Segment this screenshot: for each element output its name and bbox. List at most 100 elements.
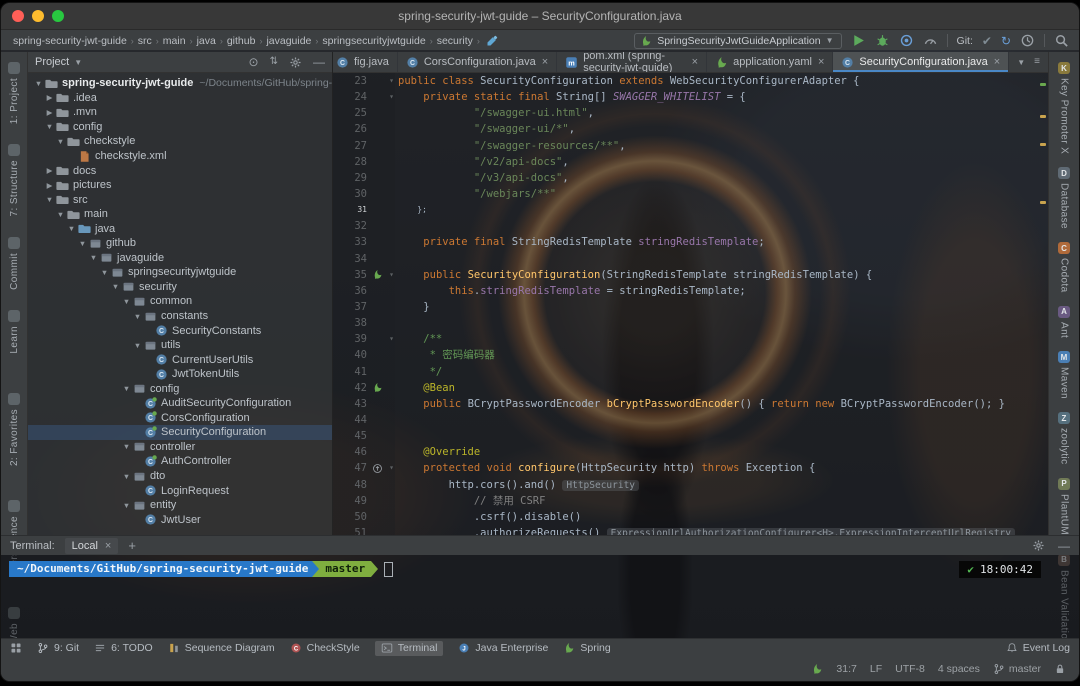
- chevron-down-icon[interactable]: ▼: [44, 122, 55, 131]
- tree-item[interactable]: ▼src: [28, 192, 332, 207]
- terminal-tab-local[interactable]: Local ×: [65, 538, 119, 554]
- tool-stripe-button[interactable]: PPlantUML: [1058, 478, 1070, 541]
- tool-window-button[interactable]: Sequence Diagram: [168, 642, 275, 654]
- tree-item[interactable]: ▼springsecurityjwtguide: [28, 265, 332, 280]
- code-line[interactable]: 40 * 密码编码器: [333, 347, 1048, 363]
- tree-item[interactable]: ▼utils: [28, 338, 332, 353]
- tool-window-button[interactable]: Terminal: [375, 641, 444, 656]
- code-line[interactable]: 50 .csrf().disable(): [333, 509, 1048, 525]
- tree-item[interactable]: ▼javaguide: [28, 251, 332, 266]
- status-31-7[interactable]: 31:7: [836, 663, 856, 675]
- code-line[interactable]: 37 }: [333, 299, 1048, 315]
- chevron-down-icon[interactable]: ▼: [55, 137, 66, 146]
- profiler-button[interactable]: [923, 33, 938, 48]
- run-with-coverage-button[interactable]: [899, 33, 914, 48]
- locate-file-button[interactable]: ⊙: [249, 56, 259, 68]
- status-master[interactable]: master: [993, 663, 1041, 675]
- tool-stripe-button[interactable]: 2: Favorites: [8, 393, 20, 466]
- editor-tab[interactable]: CCorsConfiguration.java×: [398, 52, 557, 72]
- code-line[interactable]: 29 "/v3/api-docs",: [333, 170, 1048, 186]
- gear-icon[interactable]: [289, 56, 302, 69]
- tree-item[interactable]: ▼security: [28, 280, 332, 295]
- chevron-down-icon[interactable]: ▼: [88, 253, 99, 262]
- debug-button[interactable]: [875, 33, 890, 48]
- chevron-right-icon[interactable]: ▶: [44, 181, 55, 190]
- code-line[interactable]: 33 private final StringRedisTemplate str…: [333, 234, 1048, 250]
- chevron-down-icon[interactable]: ▼: [110, 282, 121, 291]
- tool-stripe-button[interactable]: CCodota: [1058, 242, 1070, 293]
- tree-item[interactable]: CCorsConfiguration: [28, 411, 332, 426]
- tree-item[interactable]: CSecurityConfiguration: [28, 425, 332, 440]
- new-terminal-button[interactable]: +: [128, 538, 136, 553]
- tree-item[interactable]: ▼spring-security-jwt-guide~/Documents/Gi…: [28, 76, 332, 91]
- history-button[interactable]: [1020, 33, 1035, 48]
- close-window-button[interactable]: [12, 10, 24, 22]
- code-line[interactable]: 41 */: [333, 364, 1048, 380]
- editor-menu-icon[interactable]: ≡: [1034, 57, 1040, 67]
- code-line[interactable]: 26 "/swagger-ui/*",: [333, 121, 1048, 137]
- tree-item[interactable]: ▼checkstyle: [28, 134, 332, 149]
- chevron-right-icon[interactable]: ▶: [44, 93, 55, 102]
- code-line[interactable]: 23▾public class SecurityConfiguration ex…: [333, 73, 1048, 89]
- close-icon[interactable]: ×: [542, 56, 548, 68]
- code-line[interactable]: 49 // 禁用 CSRF: [333, 493, 1048, 509]
- tool-stripe-button[interactable]: 7: Structure: [8, 144, 20, 217]
- chevron-down-icon[interactable]: ▼: [121, 384, 132, 393]
- update-project-button[interactable]: ↻: [1001, 35, 1011, 47]
- code-line[interactable]: 27 "/swagger-resources/**",: [333, 138, 1048, 154]
- run-button[interactable]: [851, 33, 866, 48]
- tree-item[interactable]: ▶.mvn: [28, 105, 332, 120]
- terminal-body[interactable]: ~/Documents/GitHub/spring-security-jwt-g…: [1, 555, 1079, 638]
- commit-check-button[interactable]: ✔: [982, 35, 992, 47]
- scrollbar-error-stripe[interactable]: [1037, 73, 1048, 535]
- hide-panel-button[interactable]: —: [313, 56, 325, 68]
- chevron-down-icon[interactable]: ▼: [121, 442, 132, 451]
- tool-stripe-button[interactable]: KKey Promoter X: [1058, 62, 1070, 154]
- tree-item[interactable]: ▼dto: [28, 469, 332, 484]
- code-line[interactable]: 32: [333, 218, 1048, 234]
- tree-item[interactable]: ▼config: [28, 120, 332, 135]
- close-icon[interactable]: ×: [105, 540, 111, 552]
- fold-marker-icon[interactable]: ▾: [385, 460, 398, 476]
- collapse-all-button[interactable]: ⇅: [270, 57, 278, 67]
- tree-item[interactable]: ▼java: [28, 221, 332, 236]
- spring-bean-icon[interactable]: [370, 380, 385, 396]
- editor-tab[interactable]: Cfig.java: [333, 52, 398, 72]
- fold-marker-icon[interactable]: ▾: [385, 267, 398, 283]
- tree-item[interactable]: ▼controller: [28, 440, 332, 455]
- code-line[interactable]: 42 @Bean: [333, 380, 1048, 396]
- editor-tab[interactable]: mpom.xml (spring-security-jwt-guide)×: [557, 52, 707, 72]
- code-line[interactable]: 43 public BCryptPasswordEncoder bCryptPa…: [333, 396, 1048, 412]
- tree-item[interactable]: checkstyle.xml: [28, 149, 332, 164]
- tool-stripe-button[interactable]: MMaven: [1058, 351, 1070, 399]
- close-icon[interactable]: ×: [994, 56, 1000, 68]
- breadcrumb-item[interactable]: security: [435, 35, 475, 47]
- status-lf[interactable]: LF: [870, 663, 882, 675]
- tree-item[interactable]: ▼github: [28, 236, 332, 251]
- breadcrumb-item[interactable]: spring-security-jwt-guide: [11, 35, 129, 47]
- tree-item[interactable]: CJwtUser: [28, 512, 332, 527]
- tree-item[interactable]: CAuthController: [28, 454, 332, 469]
- code-line[interactable]: 35▾ public SecurityConfiguration(StringR…: [333, 267, 1048, 283]
- lock-icon[interactable]: [1054, 663, 1066, 675]
- code-line[interactable]: 24▾ private static final String[] SWAGGE…: [333, 89, 1048, 105]
- chevron-down-icon[interactable]: ▼: [55, 210, 66, 219]
- breadcrumb-item[interactable]: main: [161, 35, 188, 47]
- tool-stripe-button[interactable]: 1: Project: [8, 62, 20, 124]
- tool-stripe-button[interactable]: Commit: [8, 237, 20, 290]
- minimize-panel-button[interactable]: —: [1058, 540, 1070, 552]
- breadcrumb-item[interactable]: src: [136, 35, 154, 47]
- tree-item[interactable]: CJwtTokenUtils: [28, 367, 332, 382]
- chevron-right-icon[interactable]: ▶: [44, 108, 55, 117]
- tool-window-button[interactable]: Spring: [563, 642, 610, 654]
- gear-icon[interactable]: [1032, 539, 1045, 552]
- tree-item[interactable]: ▶.idea: [28, 91, 332, 106]
- close-icon[interactable]: ×: [692, 56, 698, 68]
- override-icon[interactable]: [370, 460, 385, 476]
- status-utf-8[interactable]: UTF-8: [895, 663, 925, 675]
- tree-item[interactable]: CAuditSecurityConfiguration: [28, 396, 332, 411]
- code-line[interactable]: 48 http.cors().and() HttpSecurity: [333, 477, 1048, 493]
- tool-window-button[interactable]: JJava Enterprise: [458, 642, 548, 654]
- code-line[interactable]: 51 .authorizeRequests() ExpressionUrlAut…: [333, 525, 1048, 535]
- tree-item[interactable]: ▼common: [28, 294, 332, 309]
